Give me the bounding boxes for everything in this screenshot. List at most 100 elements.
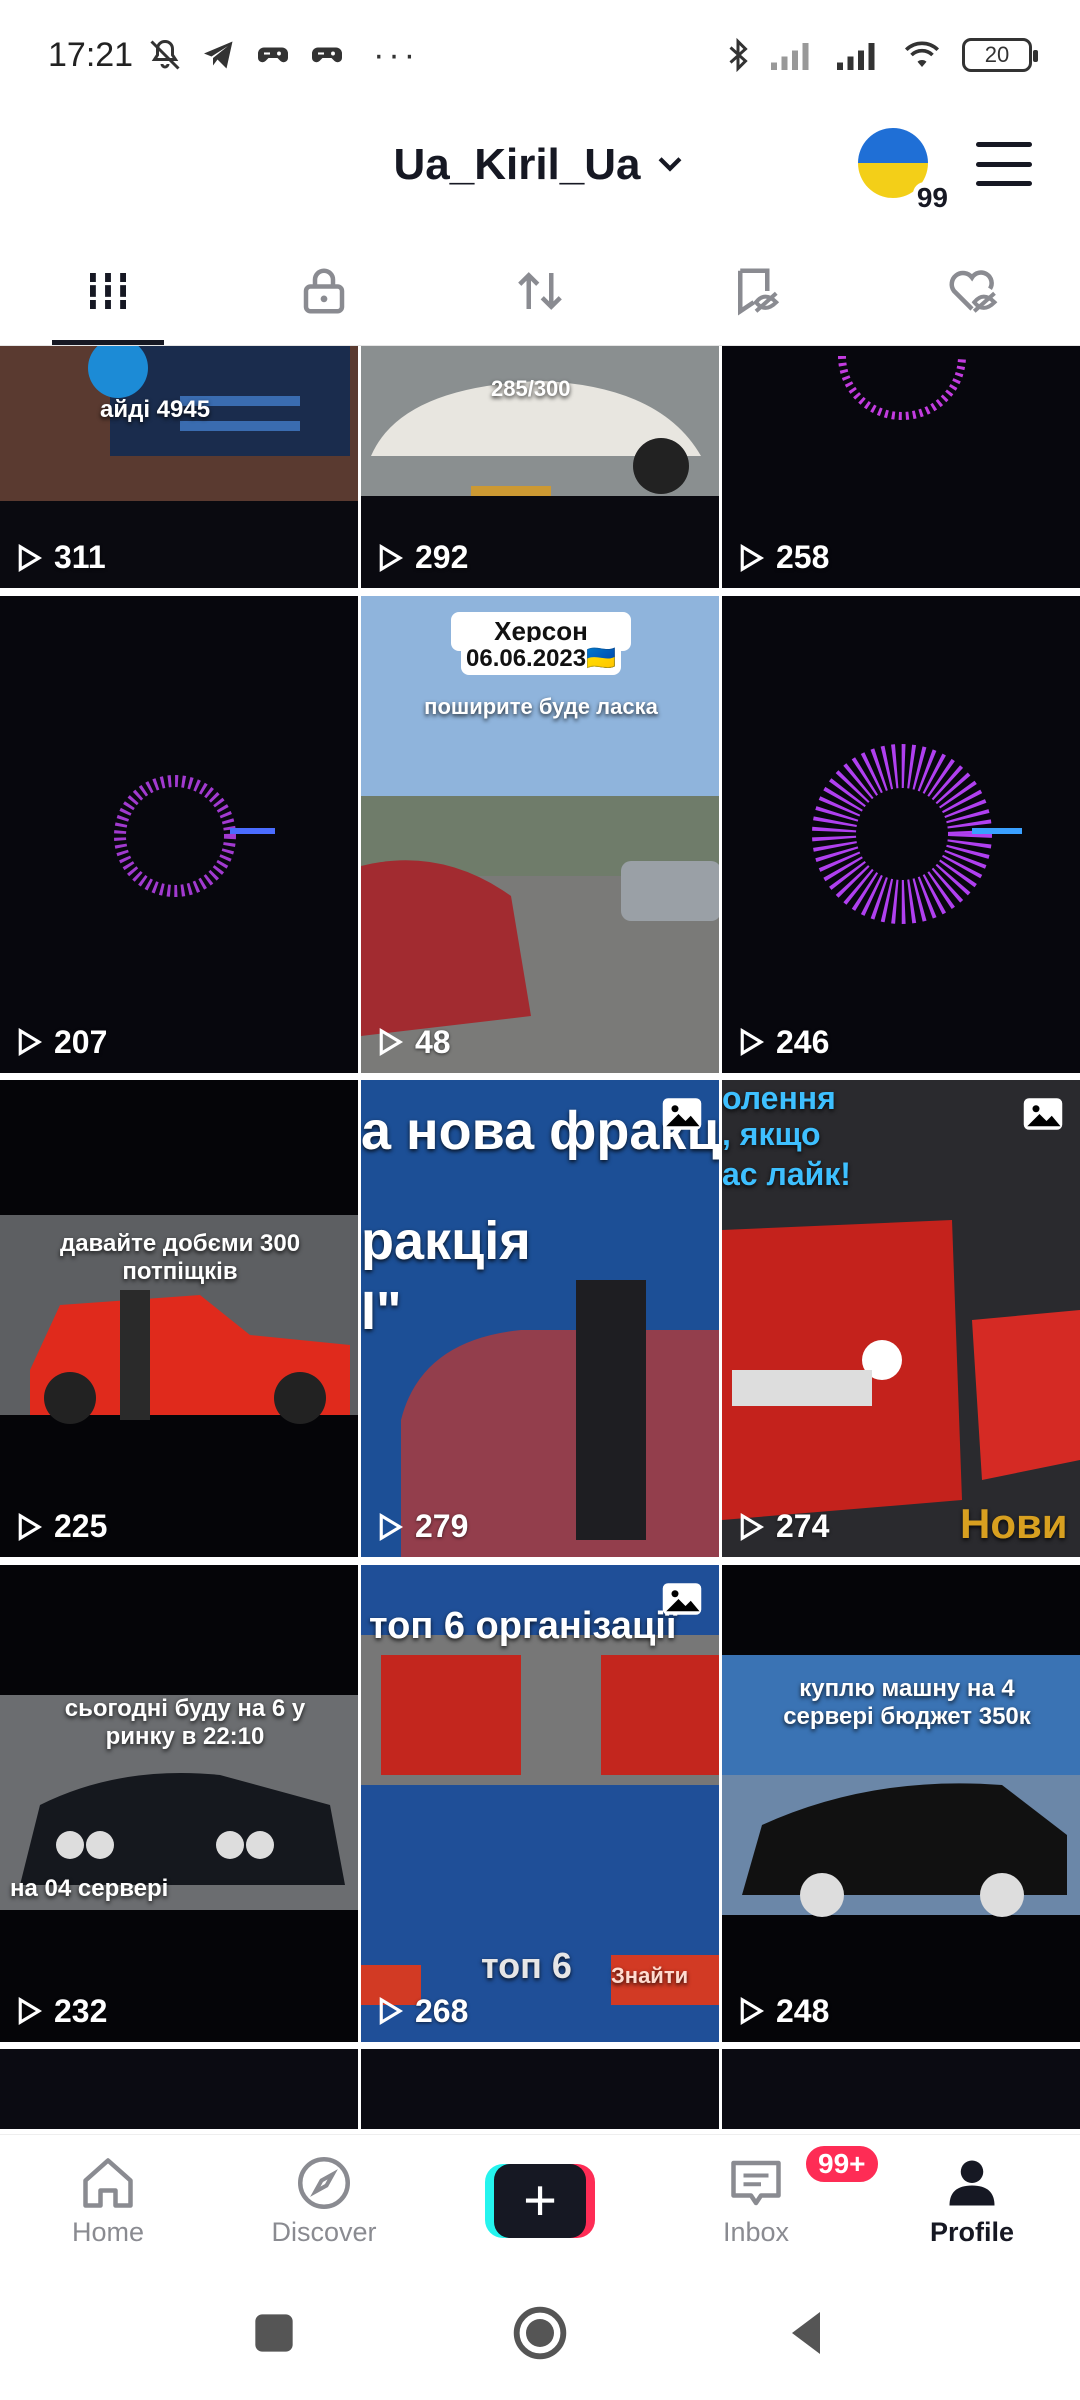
video-thumbnail[interactable]: 258 — [722, 346, 1080, 588]
nav-profile[interactable]: Profile — [864, 2135, 1080, 2266]
grid-icon — [85, 272, 131, 309]
status-bar: 17:21 ··· 20 — [0, 0, 1080, 110]
video-caption-sub: поширите буде ласка — [424, 693, 658, 719]
nav-home-label: Home — [71, 2217, 145, 2247]
video-caption-line2: на 04 сервері — [10, 1874, 169, 1902]
photo-icon — [662, 1098, 702, 1130]
view-count: 279 — [375, 1508, 468, 1545]
view-count: 232 — [14, 1993, 107, 2030]
video-caption: айді 4945 — [100, 396, 211, 423]
view-count: 246 — [736, 1024, 829, 1061]
video-caption: 285/300 — [491, 376, 571, 401]
nav-profile-label: Profile — [929, 2217, 1015, 2247]
chevron-down-icon[interactable] — [653, 146, 687, 185]
avatar-button[interactable]: 99 — [858, 128, 952, 214]
view-count: 292 — [375, 539, 468, 576]
view-count: 274 — [736, 1508, 829, 1545]
nav-inbox-label: Inbox — [722, 2217, 790, 2247]
nav-home[interactable]: Home — [0, 2135, 216, 2266]
video-caption-line2: , якщо — [722, 1116, 821, 1153]
avatar-badge: 99 — [912, 182, 952, 214]
signal-icon — [837, 43, 875, 70]
view-count: 248 — [736, 1993, 829, 2030]
recents-icon[interactable] — [246, 2305, 302, 2361]
mute-icon — [150, 39, 180, 70]
video-preview — [722, 1564, 1080, 2042]
account-switcher[interactable]: Ua_Kiril_Ua — [393, 140, 686, 190]
video-thumbnail[interactable]: 207 — [0, 595, 358, 1073]
battery-icon: 20 — [962, 38, 1038, 72]
tab-liked[interactable] — [864, 236, 1080, 345]
hamburger-icon — [976, 142, 1032, 147]
profile-header: Ua_Kiril_Ua 99 — [0, 110, 1080, 220]
tab-videos[interactable] — [0, 236, 216, 345]
back-icon[interactable] — [778, 2305, 834, 2361]
bluetooth-icon — [729, 37, 748, 73]
view-count: 225 — [14, 1508, 107, 1545]
gamepad-icon — [312, 47, 343, 63]
plus-icon: + — [494, 2163, 586, 2238]
menu-button[interactable] — [976, 142, 1032, 186]
status-time: 17:21 — [48, 35, 134, 74]
battery-level: 20 — [984, 42, 1010, 67]
play-icon — [379, 1512, 404, 1541]
video-thumbnail[interactable]: айді 4945 311 — [0, 346, 358, 588]
video-preview — [0, 1564, 358, 2042]
more-icon: ··· — [373, 35, 420, 74]
play-icon — [740, 1997, 765, 2026]
nav-inbox[interactable]: Inbox 99+ — [648, 2135, 881, 2266]
play-icon — [379, 1997, 404, 2026]
home-system-icon[interactable] — [512, 2305, 568, 2361]
video-thumbnail[interactable] — [722, 2049, 1080, 2130]
video-grid: айді 4945 311 285/300 292 258 207 Херсон… — [0, 346, 1080, 2134]
wifi-icon — [904, 41, 940, 67]
video-thumbnail[interactable]: сьогодні буду на 6 у ринку в 22:10 на 04… — [0, 1564, 358, 2042]
video-thumbnail[interactable]: топ 6 організації топ 6 Знайти 268 — [361, 1564, 719, 2042]
bottom-nav: Home Discover + Inbox 99+ Profile — [0, 2134, 1080, 2266]
video-caption-line3: I" — [361, 1281, 402, 1342]
video-thumbnail[interactable]: 246 — [722, 595, 1080, 1073]
video-caption: сьогодні буду на 6 у ринку в 22:10 — [64, 1694, 306, 1750]
play-icon — [379, 543, 404, 572]
nav-discover-label: Discover — [271, 2217, 377, 2247]
telegram-icon — [204, 41, 233, 69]
video-thumbnail[interactable]: куплю машну на 4 сервері бюджет 350к 248 — [722, 1564, 1080, 2042]
profile-tabs — [0, 236, 1080, 346]
play-icon — [740, 1028, 765, 1057]
video-caption: куплю машну на 4 сервері бюджет 350к — [783, 1674, 1031, 1730]
system-nav-bar — [0, 2266, 1080, 2400]
username[interactable]: Ua_Kiril_Ua — [393, 140, 640, 190]
video-thumbnail[interactable]: олення , якщо ас лайк! Нови 274 — [722, 1080, 1080, 1558]
video-caption-line3: Знайти — [611, 1962, 689, 1988]
video-thumbnail[interactable]: Херсон 06.06.2023🇺🇦 поширите буде ласка … — [361, 595, 719, 1073]
video-preview — [0, 1080, 358, 1558]
play-icon — [18, 1997, 43, 2026]
play-icon — [379, 1028, 404, 1057]
tab-private[interactable] — [216, 236, 432, 345]
lock-icon — [303, 268, 345, 313]
heart-hidden-icon — [949, 269, 998, 313]
tab-saved[interactable] — [648, 236, 864, 345]
view-count: 258 — [736, 539, 829, 576]
play-icon — [18, 543, 43, 572]
video-caption-line4: Нови — [960, 1500, 1068, 1548]
video-thumbnail[interactable]: давайте добєми 300 потпіщків 225 — [0, 1080, 358, 1558]
create-button[interactable]: + — [485, 2163, 595, 2238]
nav-discover[interactable]: Discover — [216, 2135, 432, 2266]
view-count: 268 — [375, 1993, 468, 2030]
nav-create[interactable]: + — [432, 2135, 648, 2266]
tab-reposts[interactable] — [432, 236, 648, 345]
video-thumbnail[interactable] — [0, 2049, 358, 2130]
video-thumbnail[interactable]: а нова фракц ракція I" 279 — [361, 1080, 719, 1558]
video-thumbnail[interactable]: 285/300 292 — [361, 346, 719, 588]
video-caption-line2: ракція — [361, 1211, 531, 1272]
play-icon — [740, 1512, 765, 1541]
video-caption-line2: топ 6 — [481, 1944, 572, 1986]
repost-icon — [518, 271, 562, 310]
bookmark-icon — [738, 268, 780, 315]
video-preview — [722, 595, 1080, 1073]
signal-icon — [771, 43, 809, 70]
play-icon — [18, 1028, 43, 1057]
video-caption-date: 06.06.2023🇺🇦 — [461, 641, 621, 675]
video-thumbnail[interactable] — [361, 2049, 719, 2130]
